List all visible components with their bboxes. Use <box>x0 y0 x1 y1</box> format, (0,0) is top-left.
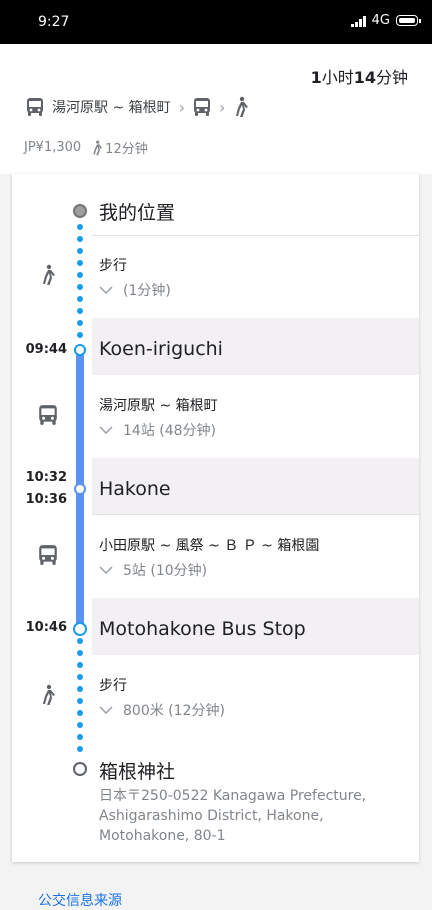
trip-duration: 1小时14分钟 <box>310 68 408 87</box>
fare-price: JP¥1,300 <box>24 140 82 155</box>
segment-details-toggle[interactable]: 5站 (10分钟) <box>99 560 207 580</box>
stop-name[interactable]: Motohakone Bus Stop <box>99 618 306 640</box>
stop-arrival-time: 10:32 <box>25 470 67 485</box>
walk-icon <box>236 96 249 117</box>
stop-marker <box>73 622 87 636</box>
origin-name: 我的位置 <box>99 202 176 224</box>
segment-detail: 14站 (48分钟) <box>123 423 217 439</box>
destination-name: 箱根神社 <box>99 761 176 783</box>
stop-departure-time: 10:36 <box>25 492 67 507</box>
walk-icon <box>43 264 55 285</box>
segment-detail: (1分钟) <box>123 283 171 299</box>
walk-total-label: 12分钟 <box>105 142 148 157</box>
status-time: 9:27 <box>38 14 70 30</box>
destination-marker <box>73 762 87 776</box>
stop-name[interactable]: Hakone <box>99 478 171 500</box>
status-indicators: 4G <box>350 13 421 28</box>
bus-icon <box>27 98 43 116</box>
origin-marker <box>73 204 87 218</box>
walk-icon <box>43 684 55 705</box>
walk-total: 12分钟 <box>91 138 148 157</box>
stop-time: 09:44 <box>25 342 67 357</box>
route-line-label: 湯河原駅 ~ 箱根町 <box>52 100 171 116</box>
segment-details-toggle[interactable]: 800米 (12分钟) <box>99 700 225 720</box>
route-steps: 湯河原駅 ~ 箱根町 › › <box>26 96 249 118</box>
segment-details-toggle[interactable]: 14站 (48分钟) <box>99 420 216 440</box>
chevron-right-icon: › <box>219 97 226 117</box>
destination-address: 日本〒250-0522 Kanagawa Prefecture, Ashigar… <box>99 788 367 844</box>
fare-info: JP¥1,300 12分钟 <box>24 138 148 157</box>
signal-icon <box>350 15 366 27</box>
bus-icon <box>39 405 57 425</box>
segment-detail: 5站 (10分钟) <box>123 563 208 579</box>
status-bar: 9:27 4G <box>0 0 432 44</box>
itinerary-card: 我的位置 步行 (1分钟) 09:44 Koen-iriguchi 湯河原駅 ~… <box>12 174 419 862</box>
segment-detail: 800米 (12分钟) <box>123 703 225 719</box>
network-label: 4G <box>371 13 390 28</box>
segment-title: 小田原駅 ~ 風祭 ~ Ｂ Ｐ ~ 箱根園 <box>99 538 320 554</box>
divider <box>92 514 419 515</box>
stop-marker <box>74 483 86 495</box>
segment-title: 步行 <box>99 258 127 274</box>
segment-title: 湯河原駅 ~ 箱根町 <box>99 398 218 414</box>
chevron-down-icon <box>99 426 113 434</box>
walk-path-line <box>77 632 83 762</box>
segment-details-toggle[interactable]: (1分钟) <box>99 280 171 300</box>
bus-icon <box>39 545 57 565</box>
chevron-down-icon <box>99 706 113 714</box>
segment-title: 步行 <box>99 678 127 694</box>
battery-icon <box>396 15 421 26</box>
chevron-down-icon <box>99 566 113 574</box>
route-summary: 1小时14分钟 湯河原駅 ~ 箱根町 › › JP¥1,300 12分钟 <box>0 44 432 174</box>
walk-icon <box>93 140 103 155</box>
transit-info-source-link[interactable]: 公交信息来源 <box>38 890 122 910</box>
chevron-right-icon: › <box>178 97 186 117</box>
stop-time: 10:46 <box>25 620 67 635</box>
bus-icon <box>194 98 211 116</box>
walk-path-line <box>77 218 83 348</box>
chevron-down-icon <box>99 286 113 294</box>
divider <box>92 235 419 236</box>
stop-name[interactable]: Koen-iriguchi <box>99 338 223 360</box>
stop-marker <box>74 344 86 356</box>
